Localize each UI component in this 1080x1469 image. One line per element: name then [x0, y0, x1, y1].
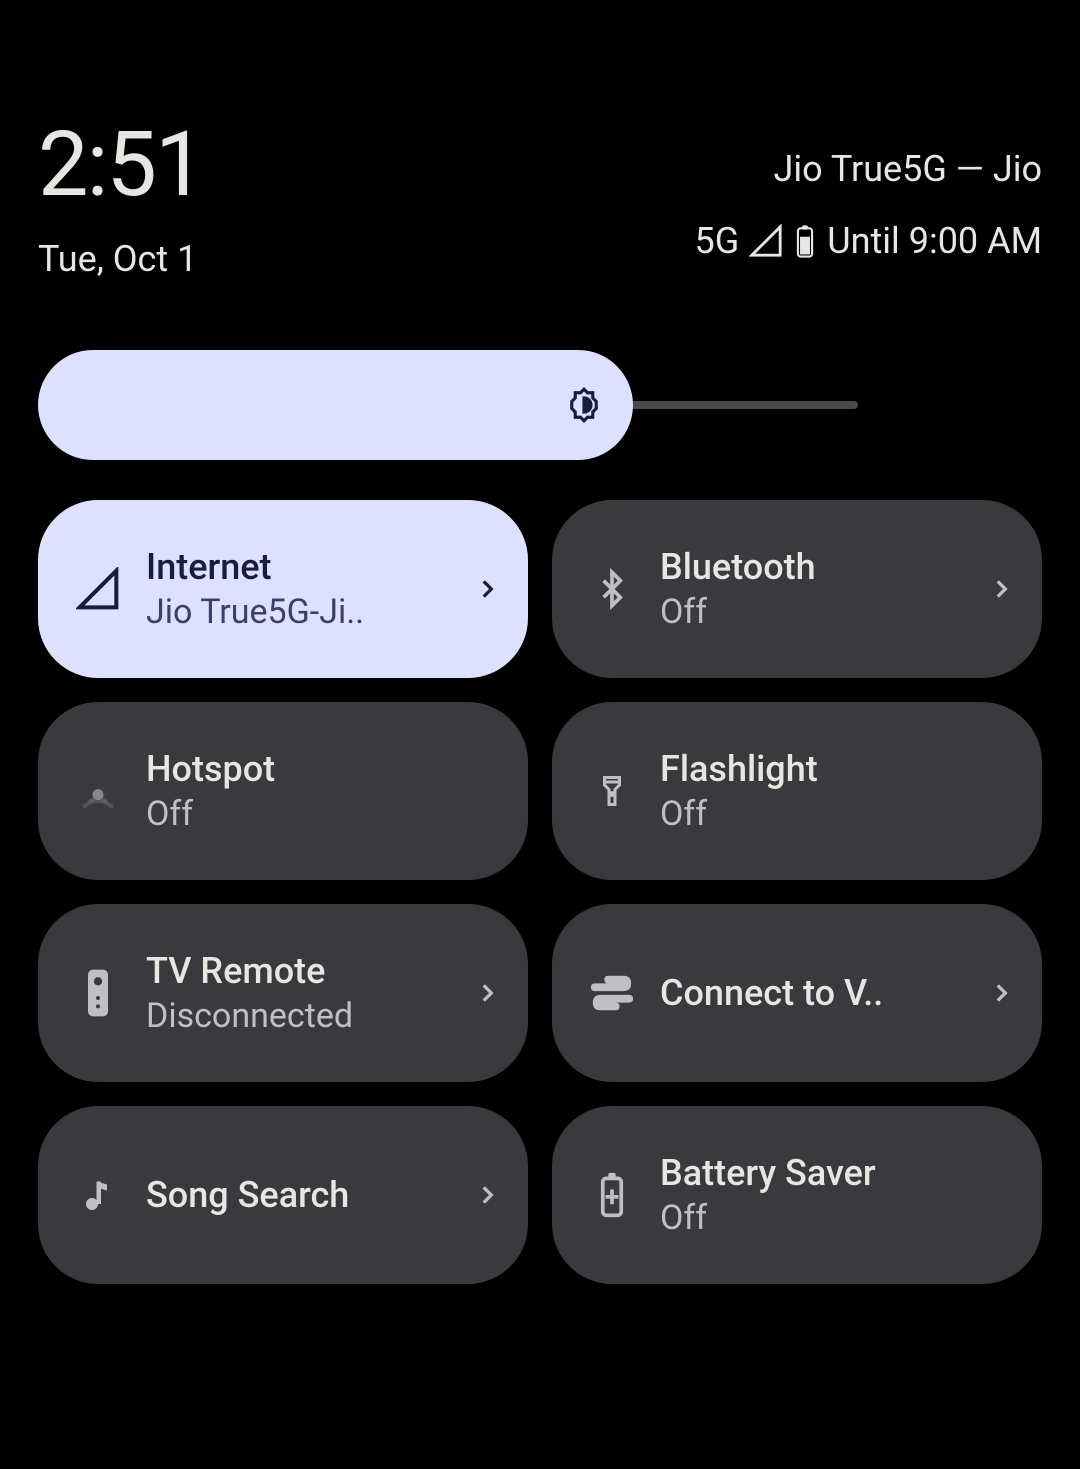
battery-plus-icon [588, 1171, 636, 1219]
brightness-fill [38, 350, 633, 460]
chevron-right-icon [472, 574, 502, 604]
brightness-slider[interactable] [38, 350, 1042, 460]
tile-title: TV Remote [146, 950, 472, 992]
tile-subtitle: Off [660, 1198, 1016, 1238]
tile-subtitle: Jio True5G-Ji.. [146, 592, 472, 632]
carrier-label: Jio True5G — Jio [695, 148, 1042, 190]
network-type-label: 5G [695, 220, 740, 262]
clock-date: Tue, Oct 1 [38, 238, 204, 280]
tile-battery-saver[interactable]: Battery Saver Off [552, 1106, 1042, 1284]
tile-title: Battery Saver [660, 1152, 1016, 1194]
quick-settings-grid: Internet Jio True5G-Ji.. Bluetooth Off [38, 500, 1042, 1284]
signal-icon [74, 565, 122, 613]
chevron-right-icon [472, 1180, 502, 1210]
tile-subtitle: Off [146, 794, 502, 834]
flashlight-icon [588, 767, 636, 815]
clock-time: 2:51 [38, 120, 204, 210]
signal-icon [749, 224, 783, 258]
tile-title: Bluetooth [660, 546, 986, 588]
tile-title: Flashlight [660, 748, 1016, 790]
remote-icon [74, 969, 122, 1017]
hotspot-icon [74, 767, 122, 815]
bluetooth-icon [588, 565, 636, 613]
tile-subtitle: Off [660, 592, 986, 632]
tile-bluetooth[interactable]: Bluetooth Off [552, 500, 1042, 678]
tile-title: Song Search [146, 1174, 472, 1216]
tile-title: Connect to V.. [660, 972, 986, 1014]
brightness-icon [563, 384, 605, 426]
status-header: 2:51 Tue, Oct 1 Jio True5G — Jio 5G [38, 0, 1042, 280]
chevron-right-icon [472, 978, 502, 1008]
chevron-right-icon [986, 978, 1016, 1008]
battery-until-label: Until 9:00 AM [827, 220, 1042, 262]
battery-icon [793, 224, 817, 258]
tile-subtitle: Disconnected [146, 996, 472, 1036]
tile-flashlight[interactable]: Flashlight Off [552, 702, 1042, 880]
tile-internet[interactable]: Internet Jio True5G-Ji.. [38, 500, 528, 678]
vpn-icon [588, 969, 636, 1017]
tile-vpn[interactable]: Connect to V.. [552, 904, 1042, 1082]
chevron-right-icon [986, 574, 1016, 604]
tile-title: Internet [146, 546, 472, 588]
tile-subtitle: Off [660, 794, 1016, 834]
status-row: 5G Until 9:00 AM [695, 220, 1042, 262]
music-note-icon [74, 1171, 122, 1219]
tile-title: Hotspot [146, 748, 502, 790]
tile-hotspot[interactable]: Hotspot Off [38, 702, 528, 880]
tile-song-search[interactable]: Song Search [38, 1106, 528, 1284]
tile-tv-remote[interactable]: TV Remote Disconnected [38, 904, 528, 1082]
